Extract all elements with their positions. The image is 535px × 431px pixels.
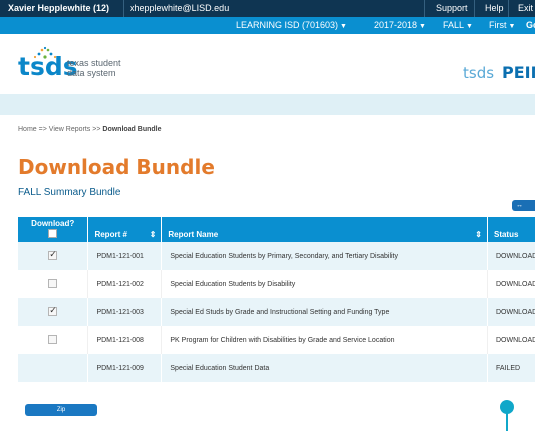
tsds-peims-logo-part1: tsds <box>463 64 495 82</box>
header-strip <box>0 94 535 115</box>
report-status[interactable]: DOWNLOAD <box>487 326 535 354</box>
divider <box>123 0 124 17</box>
chevron-down-icon: ▼ <box>508 23 516 30</box>
col-download: Download? <box>18 217 89 242</box>
tagline-line: texas student <box>67 58 121 68</box>
submission-label: FALL <box>443 20 465 30</box>
col-status[interactable]: Status⇕ <box>487 217 535 242</box>
exit-link[interactable]: Exit <box>518 3 533 13</box>
breadcrumb-arrow: >> <box>92 126 101 133</box>
reports-table: Download? Report # ⇕ Report Name ⇕ Status⇕… <box>18 217 535 382</box>
divider <box>474 0 475 17</box>
report-name: Special Education Student Data <box>161 354 488 382</box>
report-status: FAILED <box>487 354 535 382</box>
report-name: PK Program for Children with Disabilitie… <box>161 326 488 354</box>
report-number: PDM1-121-001 <box>87 242 163 270</box>
first-select[interactable]: First ▼ <box>489 20 515 30</box>
submission-select[interactable]: FALL ▼ <box>443 20 473 30</box>
row-checkbox[interactable] <box>48 249 58 260</box>
report-name: Special Ed Studs by Grade and Instructio… <box>161 298 488 326</box>
breadcrumb-current: Download Bundle <box>102 126 162 133</box>
district-label: LEARNING ISD (701603) <box>236 20 339 30</box>
col-download-label: Download? <box>31 219 75 228</box>
table-row: PDM1-121-003 Special Ed Studs by Grade a… <box>18 298 535 326</box>
year-label: 2017-2018 <box>374 20 418 30</box>
table-row: PDM1-121-009 Special Education Student D… <box>18 354 535 382</box>
breadcrumb-view-reports[interactable]: View Reports <box>49 126 91 133</box>
chevron-down-icon: ▼ <box>340 23 347 30</box>
report-name: Special Education Students by Disability <box>161 270 488 298</box>
breadcrumb-arrow: => <box>38 126 47 133</box>
row-checkbox[interactable] <box>48 305 58 316</box>
col-report-name-label: Report Name <box>168 230 219 239</box>
report-number: PDM1-121-002 <box>87 270 163 298</box>
pin-marker-icon <box>500 400 514 414</box>
row-checkbox[interactable] <box>48 334 58 344</box>
report-number: PDM1-121-008 <box>87 326 163 354</box>
top-user-bar: Xavier Hepplewhite (12) xhepplewhite@LIS… <box>0 0 535 17</box>
table-row: PDM1-121-002 Special Education Students … <box>18 270 535 298</box>
col-status-label: Status <box>493 230 519 239</box>
support-link[interactable]: Support <box>436 3 468 13</box>
select-all-checkbox[interactable] <box>48 229 58 238</box>
row-checkbox-cell <box>18 270 89 298</box>
sort-icon[interactable]: ⇕ <box>150 230 157 239</box>
bundle-subtitle: FALL Summary Bundle <box>18 187 121 198</box>
report-number: PDM1-121-003 <box>87 298 163 326</box>
row-checkbox[interactable] <box>48 278 58 288</box>
table-header-row: Download? Report # ⇕ Report Name ⇕ Status⇕ <box>18 217 535 242</box>
report-status[interactable]: DOWNLOAD <box>487 298 535 326</box>
expand-collapse-button[interactable]: ↔ <box>512 200 535 211</box>
report-number: PDM1-121-009 <box>87 354 163 382</box>
page-title: Download Bundle <box>18 155 215 179</box>
chevron-down-icon: ▼ <box>466 23 473 30</box>
first-label: First <box>489 20 507 30</box>
chevron-down-icon: ▼ <box>419 23 426 30</box>
help-link[interactable]: Help <box>485 3 504 13</box>
tagline-line: data system <box>67 68 116 78</box>
tsds-peims-logo-part2: PEIMS <box>502 63 535 82</box>
user-name: Xavier Hepplewhite (12) <box>8 3 110 13</box>
row-checkbox-cell <box>18 242 89 270</box>
pin-line <box>506 413 508 431</box>
divider <box>424 0 425 17</box>
table-row: PDM1-121-008 PK Program for Children wit… <box>18 326 535 354</box>
sort-icon[interactable]: ⇕ <box>475 230 482 239</box>
col-report-number-label: Report # <box>94 230 127 239</box>
divider <box>508 0 509 17</box>
district-select[interactable]: LEARNING ISD (701603) ▼ <box>236 20 347 30</box>
year-select[interactable]: 2017-2018 ▼ <box>374 20 426 30</box>
go-button[interactable]: Go <box>526 20 535 30</box>
report-status[interactable]: DOWNLOAD <box>487 242 535 270</box>
table-row: PDM1-121-001 Special Education Students … <box>18 242 535 270</box>
row-checkbox-cell <box>18 354 89 382</box>
breadcrumb-home[interactable]: Home <box>18 126 37 133</box>
report-name: Special Education Students by Primary, S… <box>161 242 488 270</box>
logo-tagline: texas student data system <box>67 58 121 78</box>
user-email: xhepplewhite@LISD.edu <box>130 3 230 13</box>
zip-button[interactable]: Zip <box>25 404 97 416</box>
breadcrumb: Home => View Reports >> Download Bundle <box>18 126 162 133</box>
context-selector-bar: LEARNING ISD (701603) ▼ 2017-2018 ▼ FALL ▼ … <box>0 17 535 34</box>
report-status[interactable]: DOWNLOAD <box>487 270 535 298</box>
col-report-number[interactable]: Report # ⇕ <box>87 217 163 242</box>
row-checkbox-cell <box>18 326 89 354</box>
col-report-name[interactable]: Report Name ⇕ <box>161 217 488 242</box>
row-checkbox-cell <box>18 298 89 326</box>
